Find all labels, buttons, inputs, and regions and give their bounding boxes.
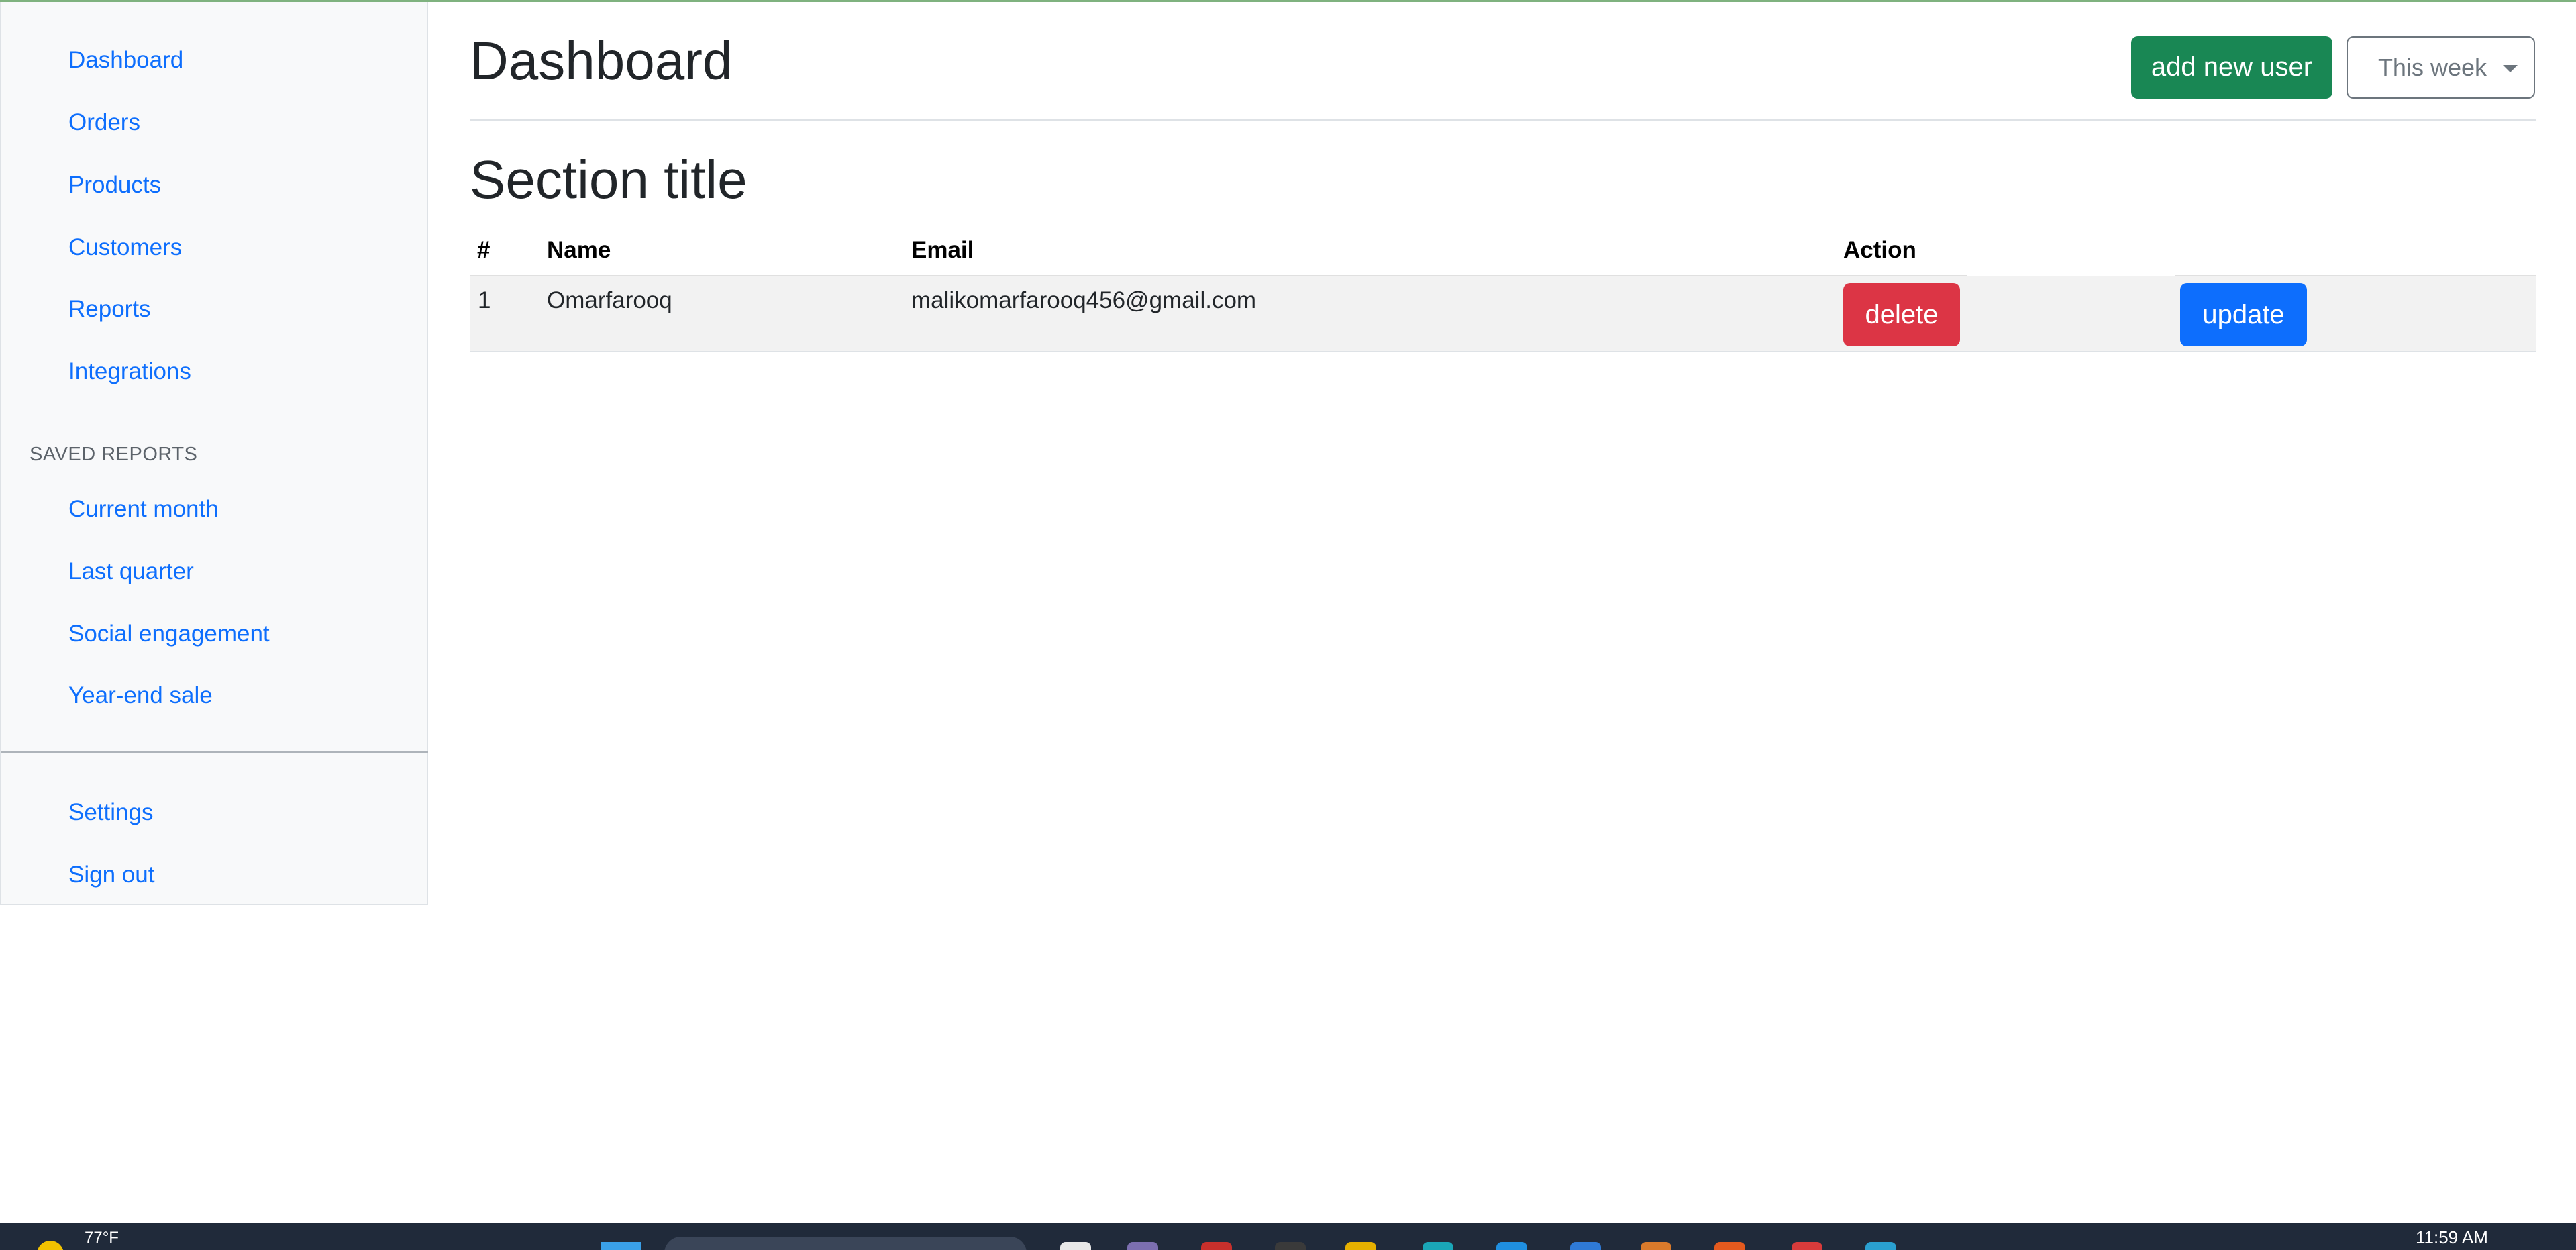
saved-reports-heading: SAVED REPORTS [30, 444, 198, 465]
sidebar-item-reports[interactable]: Reports [68, 296, 151, 323]
saved-report-year-end-sale[interactable]: Year-end sale [68, 682, 213, 709]
row-index: 1 [478, 287, 491, 313]
column-header-index: # [477, 237, 491, 263]
sidebar-item-sign-out[interactable]: Sign out [68, 862, 154, 888]
row-email: malikomarfarooq456@gmail.com [911, 287, 1257, 313]
section-title: Section title [470, 150, 748, 209]
period-dropdown-label: This week [2377, 53, 2487, 81]
taskbar-app-icon[interactable] [1792, 1242, 1822, 1250]
saved-report-social-engagement[interactable]: Social engagement [68, 621, 270, 647]
weather-temperature[interactable]: 77°F [85, 1229, 119, 1247]
header-divider [470, 119, 2536, 121]
column-header-action: Action [1843, 237, 1916, 263]
delete-button[interactable]: delete [1843, 283, 1960, 346]
sidebar-item-integrations[interactable]: Integrations [68, 358, 191, 385]
taskbar-app-icon[interactable] [1714, 1242, 1745, 1250]
sidebar: Dashboard Orders Products Customers Repo… [0, 2, 428, 905]
weather-icon[interactable] [37, 1241, 64, 1250]
taskbar-app-icon[interactable] [1060, 1242, 1091, 1250]
add-new-user-button[interactable]: add new user [2131, 36, 2332, 99]
chevron-down-icon [2503, 65, 2518, 72]
update-button[interactable]: update [2180, 283, 2307, 346]
taskbar-app-icon[interactable] [1275, 1242, 1306, 1250]
sidebar-item-products[interactable]: Products [68, 172, 161, 199]
taskbar-app-icon[interactable] [1641, 1242, 1671, 1250]
folder-icon[interactable] [1345, 1242, 1376, 1250]
taskbar: 77°F 11:59 AM [0, 1223, 2576, 1250]
taskbar-clock[interactable]: 11:59 AM [2416, 1227, 2488, 1248]
taskbar-app-icon[interactable] [1127, 1242, 1158, 1250]
row-border-gap [1967, 272, 2175, 276]
row-name: Omarfarooq [547, 287, 672, 313]
column-header-name: Name [547, 237, 611, 263]
taskbar-app-icon[interactable] [1865, 1242, 1896, 1250]
period-dropdown[interactable]: This week [2347, 36, 2535, 99]
taskbar-app-icon[interactable] [1570, 1242, 1601, 1250]
saved-report-last-quarter[interactable]: Last quarter [68, 558, 194, 585]
taskbar-app-icon[interactable] [1423, 1242, 1453, 1250]
taskbar-app-icon[interactable] [1496, 1242, 1527, 1250]
sidebar-item-customers[interactable]: Customers [68, 234, 182, 261]
sidebar-item-dashboard[interactable]: Dashboard [68, 47, 183, 74]
sidebar-divider [1, 751, 428, 753]
taskbar-search-box[interactable] [664, 1237, 1027, 1250]
saved-report-current-month[interactable]: Current month [68, 496, 219, 523]
windows-start-icon[interactable] [601, 1242, 641, 1250]
sidebar-item-settings[interactable]: Settings [68, 799, 153, 826]
column-header-email: Email [911, 237, 974, 263]
sidebar-item-orders[interactable]: Orders [68, 109, 140, 136]
taskbar-app-icon[interactable] [1201, 1242, 1232, 1250]
page-title: Dashboard [470, 31, 733, 91]
